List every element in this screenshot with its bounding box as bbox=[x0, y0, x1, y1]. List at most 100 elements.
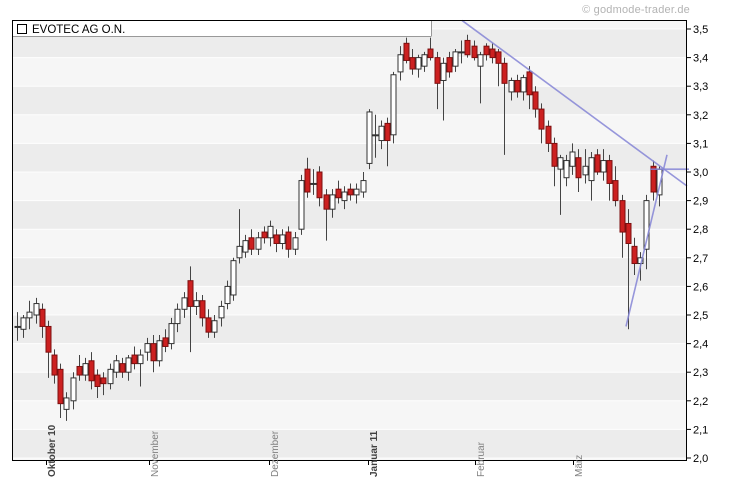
candle-up bbox=[181, 297, 188, 310]
candle-down bbox=[538, 108, 545, 130]
candle-up bbox=[14, 325, 21, 328]
candle-up bbox=[218, 305, 225, 319]
x-tick-label: Januar 11 bbox=[369, 430, 380, 477]
candle-down bbox=[205, 317, 212, 333]
candle-up bbox=[557, 157, 564, 170]
y-tick-label: 2,9 bbox=[693, 196, 708, 208]
candle-down bbox=[285, 231, 292, 250]
candle-up bbox=[440, 62, 447, 81]
candle-up bbox=[193, 300, 200, 307]
x-tick-label: November bbox=[150, 430, 161, 477]
candle-up bbox=[224, 285, 231, 305]
candle-down bbox=[501, 62, 508, 84]
candle-up bbox=[372, 134, 379, 137]
candle-up bbox=[107, 368, 114, 385]
candle-up bbox=[292, 237, 299, 250]
candle-up bbox=[360, 180, 367, 193]
x-tick-label: Oktober 10 bbox=[47, 424, 58, 477]
x-tick-label: Februar bbox=[476, 441, 487, 477]
candle-up bbox=[600, 160, 607, 173]
x-tick-label: Dezember bbox=[270, 430, 281, 477]
price-band bbox=[12, 200, 687, 230]
candle-down bbox=[199, 300, 206, 319]
candle-down bbox=[625, 222, 632, 244]
candle-down bbox=[323, 194, 330, 210]
y-tick-label: 2,3 bbox=[693, 367, 708, 379]
candle-up bbox=[82, 363, 89, 376]
series-checkbox[interactable] bbox=[17, 24, 27, 34]
candle-down bbox=[261, 231, 268, 239]
price-band bbox=[12, 257, 687, 287]
candle-up bbox=[563, 160, 570, 179]
candle-down bbox=[427, 48, 434, 59]
candle-down bbox=[489, 48, 496, 59]
candle-up bbox=[20, 317, 27, 330]
candle-down bbox=[532, 91, 539, 110]
candle-up bbox=[125, 357, 132, 373]
candle-down bbox=[119, 363, 126, 373]
candle-up bbox=[144, 343, 151, 353]
candle-down bbox=[347, 188, 354, 196]
candle-up bbox=[415, 57, 422, 70]
candle-up bbox=[310, 182, 317, 185]
candle-down bbox=[612, 180, 619, 202]
x-tick-label: März bbox=[574, 455, 585, 477]
candle-up bbox=[26, 311, 33, 319]
y-tick-label: 2,1 bbox=[693, 424, 708, 436]
y-tick-label: 3,4 bbox=[693, 53, 708, 65]
candle-up bbox=[366, 111, 373, 164]
candle-down bbox=[545, 125, 552, 144]
candle-down bbox=[551, 142, 558, 167]
candle-down bbox=[150, 343, 157, 362]
candle-down bbox=[100, 377, 107, 385]
y-tick-label: 3,3 bbox=[693, 81, 708, 93]
y-tick-label: 2,2 bbox=[693, 396, 708, 408]
candle-down bbox=[94, 374, 101, 387]
candle-up bbox=[458, 51, 465, 54]
candle-up bbox=[390, 74, 397, 136]
candle-down bbox=[88, 360, 95, 382]
candle-down bbox=[409, 57, 416, 70]
candle-down bbox=[631, 245, 638, 265]
candle-down bbox=[619, 200, 626, 233]
candle-down bbox=[526, 71, 533, 96]
candle-down bbox=[384, 122, 391, 142]
candle-down bbox=[273, 234, 280, 244]
candle-down bbox=[57, 368, 64, 405]
candle-down bbox=[39, 308, 46, 327]
candle-down bbox=[606, 160, 613, 184]
candle-up bbox=[156, 340, 163, 362]
candle-down bbox=[575, 157, 582, 179]
candle-up bbox=[508, 79, 515, 93]
candle-up bbox=[477, 54, 484, 67]
y-tick-label: 2,8 bbox=[693, 224, 708, 236]
candle-down bbox=[464, 39, 471, 56]
candle-up bbox=[298, 180, 305, 230]
candle-down bbox=[162, 337, 169, 347]
y-tick-label: 2,4 bbox=[693, 339, 708, 351]
y-tick-label: 3,1 bbox=[693, 138, 708, 150]
candle-up bbox=[569, 151, 576, 167]
y-tick-label: 2,7 bbox=[693, 253, 708, 265]
candle-up bbox=[174, 308, 181, 325]
candle-down bbox=[446, 57, 453, 73]
candle-down bbox=[483, 45, 490, 56]
candle-down bbox=[650, 165, 657, 193]
candle-up bbox=[397, 54, 404, 73]
candle-up bbox=[63, 397, 70, 410]
candle-up bbox=[520, 77, 527, 93]
y-tick-label: 3,5 bbox=[693, 24, 708, 36]
candlestick-chart: © godmode-trader.de EVOTEC AG O.N. 3,5 3,4… bbox=[0, 0, 730, 481]
y-tick-label: 3,2 bbox=[693, 110, 708, 122]
candle-up bbox=[421, 54, 428, 67]
candle-up bbox=[242, 240, 249, 253]
candle-down bbox=[403, 42, 410, 61]
candle-down bbox=[76, 365, 83, 376]
candle-up bbox=[70, 377, 77, 402]
y-tick-label: 2,0 bbox=[693, 453, 708, 465]
candle-up bbox=[168, 323, 175, 345]
candle-up bbox=[582, 165, 589, 176]
candle-up bbox=[452, 51, 459, 67]
legend-title: EVOTEC AG O.N. bbox=[32, 24, 125, 36]
candle-up bbox=[255, 237, 262, 250]
